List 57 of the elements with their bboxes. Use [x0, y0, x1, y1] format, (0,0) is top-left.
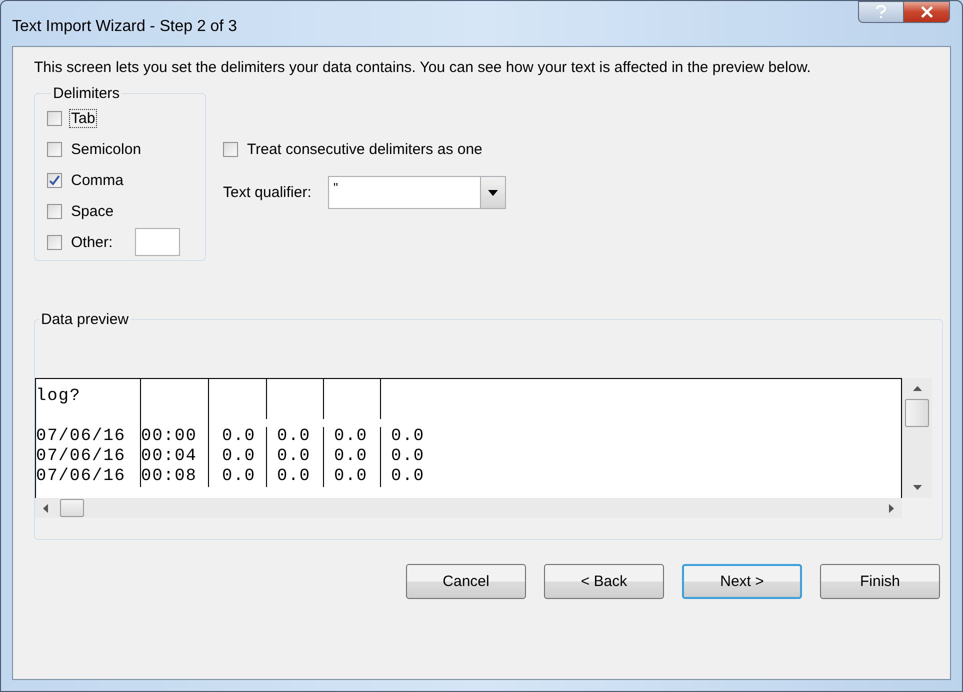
scroll-right-icon	[889, 504, 894, 512]
vertical-scrollbar[interactable]	[902, 378, 932, 498]
checkbox[interactable]	[47, 234, 62, 250]
input-field[interactable]	[134, 228, 180, 256]
checkbox-label[interactable]: Space	[69, 202, 116, 220]
dropdown-button[interactable]	[480, 177, 506, 208]
checkbox[interactable]	[47, 172, 62, 188]
close-button[interactable]	[904, 1, 950, 23]
table-cell: 0.0	[277, 427, 311, 446]
scroll-left-icon	[43, 504, 48, 512]
scroll-thumb[interactable]	[60, 499, 84, 517]
group-label: Delimiters	[52, 85, 121, 102]
checkbox-label[interactable]: Comma	[69, 170, 126, 190]
table-cell: 0.0	[391, 467, 425, 486]
dialog-button[interactable]: Finish	[820, 564, 940, 599]
scroll-thumb[interactable]	[905, 399, 929, 427]
table-cell: 0.0	[391, 427, 425, 446]
table-cell: 00:04	[141, 447, 198, 466]
checkbox[interactable]	[47, 142, 62, 156]
scroll-up-icon	[912, 386, 922, 391]
checkbox-label[interactable]: Treat consecutive delimiters as one	[245, 140, 484, 158]
checkbox[interactable]	[223, 142, 238, 156]
table-cell: 0.0	[222, 447, 256, 466]
table-cell: log?	[36, 387, 81, 406]
dialog-button[interactable]: < Back	[544, 564, 664, 599]
help-icon	[875, 5, 887, 19]
table-cell: 0.0	[334, 427, 368, 446]
table-cell: 0.0	[277, 447, 311, 466]
horizontal-scrollbar[interactable]	[35, 498, 902, 518]
table-cell: 0.0	[391, 447, 425, 466]
qualifier-dropdown[interactable]: "	[328, 176, 506, 209]
checkbox[interactable]	[47, 110, 62, 126]
close-icon	[920, 6, 934, 18]
table-cell: 07/06/16	[36, 447, 126, 466]
dropdown-value: "	[332, 179, 339, 197]
dialog-button[interactable]: Cancel	[406, 564, 526, 599]
table-cell: 0.0	[222, 427, 256, 446]
checkbox[interactable]	[47, 204, 62, 218]
dialog-button[interactable]: Next >	[682, 564, 802, 599]
table-cell: 00:08	[141, 467, 198, 486]
table-cell: 07/06/16	[36, 467, 126, 486]
checkbox-label[interactable]: Semicolon	[69, 140, 144, 158]
table-cell: 0.0	[334, 447, 368, 466]
help-button[interactable]	[858, 1, 904, 23]
field-label: Text qualifier:	[223, 184, 312, 201]
group-label: Data preview	[40, 311, 130, 328]
instruction-text: This screen lets you set the delimiters your data contains. You can see how your text is affected in the preview below.	[34, 59, 812, 77]
caret-icon	[488, 190, 498, 196]
window-title: Text Import Wizard - Step 2 of 3	[12, 18, 237, 36]
table-cell: 0.0	[334, 467, 368, 486]
table-cell: 0.0	[277, 467, 311, 486]
table-cell: 00:00	[141, 427, 198, 446]
checkbox-label[interactable]: Other:	[69, 232, 115, 252]
table-cell: 0.0	[222, 467, 256, 486]
table-cell: 07/06/16	[36, 427, 126, 446]
checkbox-label[interactable]: Tab	[69, 108, 98, 128]
scroll-down-icon	[912, 485, 922, 490]
